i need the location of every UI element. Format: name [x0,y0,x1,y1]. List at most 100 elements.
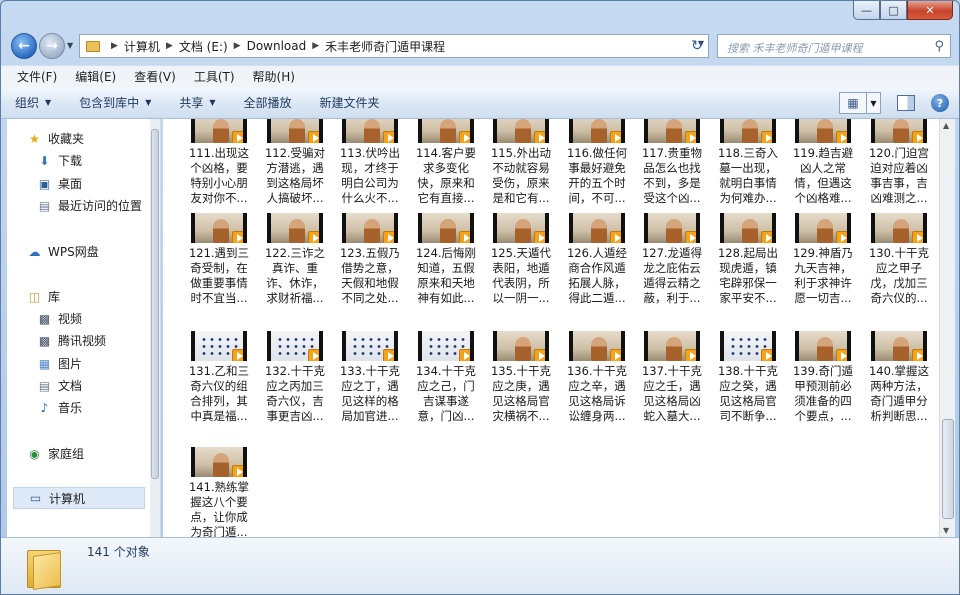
menu-tools[interactable]: 工具(T) [194,68,235,85]
nav-videos[interactable]: ▩ 视频 [37,310,82,327]
star-icon: ★ [29,131,40,146]
play-all-button[interactable]: 全部播放 [244,94,292,111]
nav-favorites[interactable]: ★ 收藏夹 [27,130,84,147]
video-file-item[interactable]: 118.三奇入 墓一出现， 就明白事情 为何难办... [716,119,780,206]
nav-computer[interactable]: ▭ 计算机 [13,487,145,509]
help-icon[interactable]: ? [931,94,949,112]
video-file-item[interactable]: 130.十干克 应之甲子 戊，戊加三 奇六仪的... [867,213,931,306]
nav-tencent-video[interactable]: ▩ 腾讯视频 [37,332,106,349]
file-name-line: 129.神盾乃 [792,246,854,260]
video-file-item[interactable]: 137.十干克 应之壬，遇 见这格局凶 蛇入墓大... [640,331,704,424]
nav-desktop[interactable]: ▣ 桌面 [37,175,82,192]
chevron-right-icon[interactable]: ▶ [234,41,241,51]
nav-wps-drive[interactable]: ☁ WPS网盘 [27,243,99,260]
nav-downloads-label: 下载 [58,154,83,168]
nav-music[interactable]: ♪ 音乐 [37,399,82,416]
video-file-item[interactable]: 129.神盾乃 九天吉神， 利于求神许 愿一切吉... [791,213,855,306]
video-file-item[interactable]: 141.熟练掌 握这八个要 点，让你成 为奇门遁... [187,447,251,537]
file-name-line: 138.十干克 [717,364,779,378]
video-file-item[interactable]: 124.后悔刚 知道，五假 原来和天地 神有如此... [414,213,478,306]
nav-libraries[interactable]: ◫ 库 [27,288,60,305]
back-button[interactable]: ← [11,33,37,59]
chevron-right-icon[interactable]: ▶ [312,41,319,51]
video-file-item[interactable]: 134.十干克 应之己，门 吉谋事遂 意，门凶... [414,331,478,424]
video-file-item[interactable]: 116.做任何 事最好避免 开的五个时 间，不可... [565,119,629,206]
menu-view[interactable]: 查看(V) [134,68,176,85]
nav-downloads[interactable]: ⬇ 下载 [37,152,82,169]
chevron-right-icon[interactable]: ▶ [111,41,118,51]
file-name-line: 126.人遁经 [566,246,628,260]
nav-documents[interactable]: ▤ 文档 [37,377,82,394]
video-file-item[interactable]: 140.掌握这 两种方法， 奇门遁甲分 析判断思... [867,331,931,424]
forward-button[interactable]: → [39,33,65,59]
video-file-item[interactable]: 115.外出动 不动就容易 受伤，原来 是和它有... [489,119,553,206]
change-view-icon[interactable]: ▦ [839,92,867,114]
video-file-item[interactable]: 123.五假乃 借势之意， 天假和地假 不同之处... [338,213,402,306]
play-badge-icon [610,231,621,243]
file-name: 141.熟练掌 握这八个要 点，让你成 为奇门遁... [187,480,251,537]
recent-places-icon: ▤ [38,198,51,213]
video-file-item[interactable]: 139.奇门遁 甲预测前必 须准备的四 个要点，... [791,331,855,424]
arrow-left-icon: ← [18,38,30,54]
file-name-line: 见这格局官 [492,394,550,408]
view-options-dropdown[interactable]: ▼ [867,92,881,114]
video-file-item[interactable]: 132.十干克 应之丙加三 奇六仪，吉 事更吉凶... [263,331,327,424]
video-file-item[interactable]: 138.十干克 应之癸，遇 见这格局官 司不断争... [716,331,780,424]
refresh-icon[interactable]: ↻ [685,34,709,58]
breadcrumb-download[interactable]: Download [247,39,307,53]
nav-homegroup[interactable]: ◉ 家庭组 [27,445,84,462]
video-file-item[interactable]: 135.十干克 应之庚，遇 见这格局官 灾横祸不... [489,331,553,424]
nav-scrollbar[interactable] [150,119,160,537]
nav-pictures[interactable]: ▦ 图片 [37,355,82,372]
nav-scrollbar-thumb[interactable] [151,129,159,479]
video-file-item[interactable]: 111.出现这 个凶格，要 特别小心朋 友对你不... [187,119,251,206]
video-file-item[interactable]: 131.乙和三 奇六仪的组 合排列，其 中真是福... [187,331,251,424]
include-in-library-button[interactable]: 包含到库中 ▼ [79,94,151,111]
file-name: 114.客户要 求多变化 快，原来和 它有直接... [414,146,478,206]
close-button[interactable]: ✕ [907,1,953,20]
video-file-item[interactable]: 120.门迫宫 迫对应着凶 事吉事，吉 凶难测之... [867,119,931,206]
video-file-item[interactable]: 119.趋吉避 凶人之常 情，但遇这 个凶格难... [791,119,855,206]
breadcrumb-drive[interactable]: 文档 (E:) [179,38,228,55]
maximize-button[interactable]: □ [880,1,907,20]
file-name: 133.十干克 应之丁，遇 见这样的格 局加官进... [338,364,402,424]
nav-recent[interactable]: ▤ 最近访问的位置 [37,197,142,214]
video-file-item[interactable]: 133.十干克 应之丁，遇 见这样的格 局加官进... [338,331,402,424]
scroll-down-icon[interactable]: ▼ [943,526,949,535]
include-in-library-label: 包含到库中 [79,96,140,110]
file-list-scrollbar[interactable]: ▲ ▼ [939,119,955,537]
video-thumbnail [569,213,625,243]
video-file-item[interactable]: 113.伏吟出 现，才终于 明白公司为 什么火不... [338,119,402,206]
search-icon[interactable]: ⚲ [934,39,944,54]
video-file-item[interactable]: 117.贵重物 品怎么也找 不到，多是 受这个凶... [640,119,704,206]
video-file-item[interactable]: 114.客户要 求多变化 快，原来和 它有直接... [414,119,478,206]
menu-help[interactable]: 帮助(H) [253,68,295,85]
play-badge-icon [685,231,696,243]
video-file-item[interactable]: 127.龙遁得 龙之庇佑云 遁得云精之 蔽，利于... [640,213,704,306]
new-folder-button[interactable]: 新建文件夹 [320,94,380,111]
organize-button[interactable]: 组织 ▼ [15,94,51,111]
video-file-item[interactable]: 122.三诈之 真诈、重 诈、休诈， 求财祈福... [263,213,327,306]
file-list-scrollbar-thumb[interactable] [942,419,954,519]
scroll-up-icon[interactable]: ▲ [943,121,949,130]
video-file-item[interactable]: 126.人遁经 商合作风遁 拓展人脉， 得此二遁... [565,213,629,306]
video-file-item[interactable]: 121.遇到三 奇受制，在 做重要事情 时不宜当... [187,213,251,306]
breadcrumb-current-folder[interactable]: 禾丰老师奇门遁甲课程 [325,38,445,55]
documents-icon: ▤ [38,378,51,393]
breadcrumb-computer[interactable]: 计算机 [124,38,160,55]
search-input[interactable]: 搜索 禾丰老师奇门遁甲课程 ⚲ [717,34,951,58]
recent-pages-dropdown[interactable]: ▼ [67,41,73,50]
menu-edit[interactable]: 编辑(E) [75,68,116,85]
minimize-button[interactable]: — [853,1,880,20]
share-button[interactable]: 共享 ▼ [179,94,215,111]
menu-file[interactable]: 文件(F) [17,68,57,85]
video-file-item[interactable]: 125.天遁代 表阳，地遁 代表阴，所 以一阴一... [489,213,553,306]
video-file-item[interactable]: 112.受骗对 方潜逃，遇 到这格局坏 人搞破坏... [263,119,327,206]
video-file-item[interactable]: 128.起局出 现虎遁，镇 宅辟邪保一 家平安不... [716,213,780,306]
video-file-item[interactable]: 136.十干克 应之辛，遇 见这格局诉 讼缠身两... [565,331,629,424]
preview-pane-icon[interactable] [897,95,915,111]
play-badge-icon [610,131,621,143]
address-bar[interactable]: ▶ 计算机 ▶ 文档 (E:) ▶ Download ▶ 禾丰老师奇门遁甲课程 … [79,34,709,58]
video-thumbnail [569,119,625,143]
chevron-right-icon[interactable]: ▶ [166,41,173,51]
